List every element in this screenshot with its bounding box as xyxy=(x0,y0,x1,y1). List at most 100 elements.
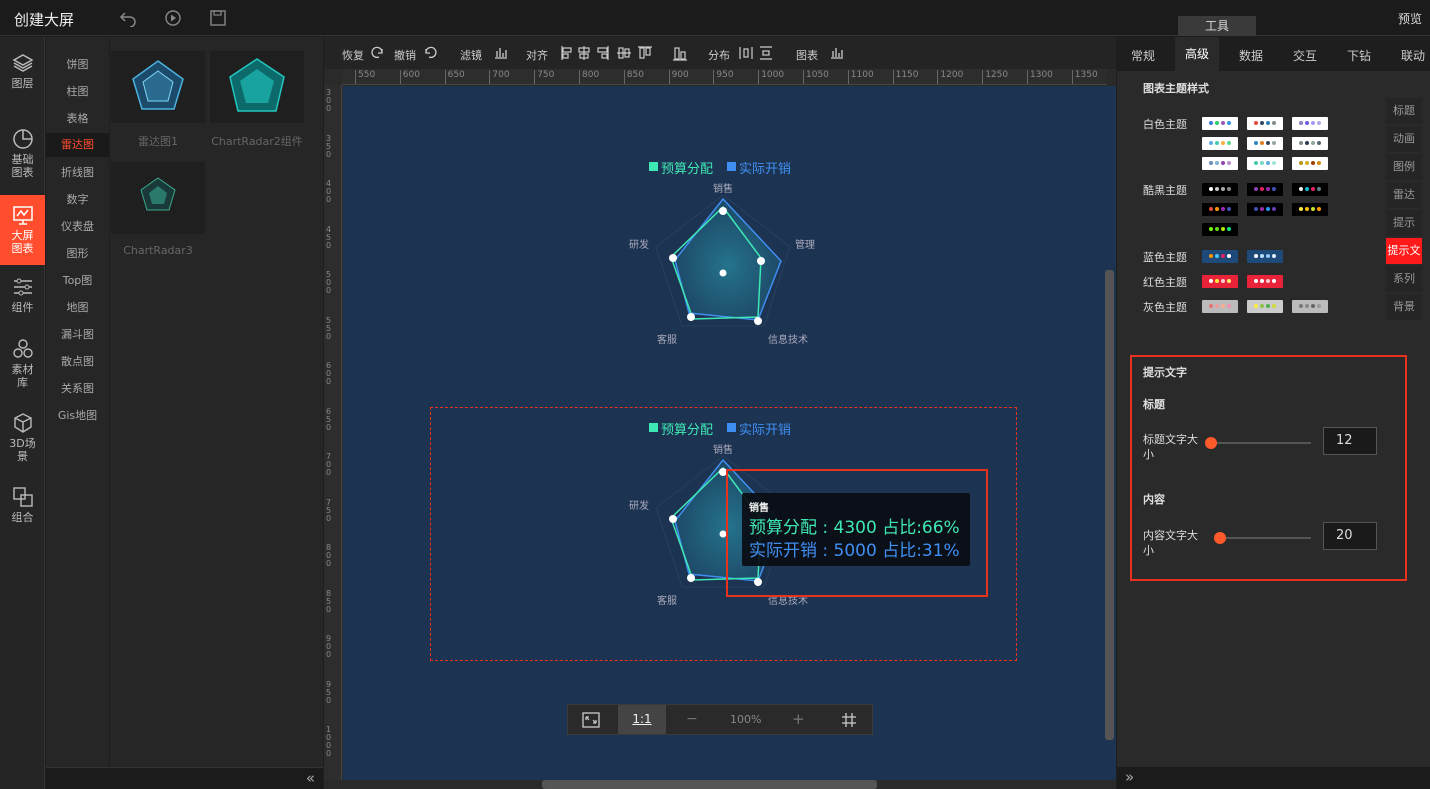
thumb-chartradar3[interactable] xyxy=(111,162,205,234)
side-tab-title[interactable]: 标题 xyxy=(1386,98,1422,124)
ruler-h-tick: 750 xyxy=(534,70,554,84)
undo-button[interactable]: 撤销 xyxy=(394,47,416,63)
tab-drilldown[interactable]: 下钻 xyxy=(1347,47,1371,64)
theme-swatch[interactable] xyxy=(1202,117,1238,130)
undo-arrow-icon[interactable] xyxy=(119,9,137,27)
theme-swatch[interactable] xyxy=(1247,203,1283,216)
theme-swatch[interactable] xyxy=(1202,137,1238,150)
zoom-1to1-button[interactable]: 1:1 xyxy=(618,705,666,734)
tab-data[interactable]: 数据 xyxy=(1239,47,1263,64)
category-radar[interactable]: 雷达图 xyxy=(46,133,109,157)
grid-icon[interactable] xyxy=(841,712,857,728)
theme-swatch[interactable] xyxy=(1202,157,1238,170)
nav-layers[interactable]: 图层 xyxy=(0,52,45,90)
content-font-size-label: 内容文字大小 xyxy=(1143,529,1198,557)
align-bottom-icon[interactable] xyxy=(672,45,688,61)
preview-button[interactable]: 预览 xyxy=(1398,10,1422,27)
category-top[interactable]: Top图 xyxy=(46,272,109,288)
undo-icon[interactable] xyxy=(424,46,438,60)
horizontal-scrollbar[interactable] xyxy=(542,780,877,789)
theme-swatch[interactable] xyxy=(1292,203,1328,216)
category-gis-map[interactable]: Gis地图 xyxy=(46,407,109,423)
category-shape[interactable]: 图形 xyxy=(46,245,109,261)
chart-button[interactable]: 图表 xyxy=(796,47,818,63)
radar-legend-2[interactable]: 预算分配 实际开销 xyxy=(649,419,849,439)
zoom-in-button[interactable]: + xyxy=(792,710,805,728)
vertical-scrollbar[interactable] xyxy=(1105,270,1114,740)
thumb-radar-1[interactable] xyxy=(111,51,205,123)
title-font-size-slider[interactable] xyxy=(1211,442,1311,444)
theme-swatch[interactable] xyxy=(1292,137,1328,150)
side-tab-legend[interactable]: 图例 xyxy=(1386,154,1422,180)
category-relation[interactable]: 关系图 xyxy=(46,380,109,396)
side-tab-radar[interactable]: 雷达 xyxy=(1386,182,1422,208)
play-icon[interactable] xyxy=(164,9,182,27)
category-number[interactable]: 数字 xyxy=(46,191,109,207)
theme-swatch[interactable] xyxy=(1247,117,1283,130)
category-funnel[interactable]: 漏斗图 xyxy=(46,326,109,342)
theme-swatch[interactable] xyxy=(1202,223,1238,236)
nav-group[interactable]: 组合 xyxy=(0,486,45,524)
category-bar[interactable]: 柱图 xyxy=(46,83,109,99)
redo-icon[interactable] xyxy=(370,46,384,60)
side-tab-series[interactable]: 系列 xyxy=(1386,266,1422,292)
category-map[interactable]: 地图 xyxy=(46,299,109,315)
side-tab-tooltip-text[interactable]: 提示文 xyxy=(1386,238,1422,264)
theme-swatch[interactable] xyxy=(1292,117,1328,130)
bar-chart-icon[interactable] xyxy=(830,45,844,59)
theme-swatch[interactable] xyxy=(1292,157,1328,170)
side-tab-tooltip[interactable]: 提示 xyxy=(1386,210,1422,236)
fit-screen-icon[interactable] xyxy=(582,712,600,728)
collapse-left-icon[interactable]: « xyxy=(306,769,315,787)
theme-swatch[interactable] xyxy=(1292,183,1328,196)
theme-swatch[interactable] xyxy=(1202,203,1238,216)
nav-assets[interactable]: 素材库 xyxy=(0,338,45,389)
category-scatter[interactable]: 散点图 xyxy=(46,353,109,369)
category-gauge[interactable]: 仪表盘 xyxy=(46,218,109,234)
distribute-button[interactable]: 分布 xyxy=(708,47,730,63)
tab-interaction[interactable]: 交互 xyxy=(1293,47,1317,64)
zoom-out-button[interactable]: − xyxy=(686,711,698,727)
save-icon[interactable] xyxy=(209,9,227,27)
content-font-size-knob[interactable] xyxy=(1214,532,1226,544)
theme-swatch[interactable] xyxy=(1202,300,1238,313)
side-tab-background[interactable]: 背景 xyxy=(1386,294,1422,320)
category-pie[interactable]: 饼图 xyxy=(46,56,109,72)
theme-swatch[interactable] xyxy=(1247,275,1283,288)
radar-legend-1[interactable]: 预算分配 实际开销 xyxy=(649,158,849,178)
align-button[interactable]: 对齐 xyxy=(526,47,548,63)
bar-chart-icon[interactable] xyxy=(494,45,508,59)
theme-swatch[interactable] xyxy=(1292,300,1328,313)
tab-linkage[interactable]: 联动 xyxy=(1401,47,1425,64)
theme-swatch[interactable] xyxy=(1247,300,1283,313)
align-icons[interactable] xyxy=(560,45,660,61)
category-table[interactable]: 表格 xyxy=(46,110,109,126)
nav-3d-scene[interactable]: 3D场景 xyxy=(0,412,45,463)
content-font-size-input[interactable]: 20 xyxy=(1323,522,1377,550)
theme-swatch[interactable] xyxy=(1247,137,1283,150)
vertical-ruler: 300 350 400 450 500 550 600 650 700 750 800 850 900 9… xyxy=(324,85,342,780)
distribute-icons[interactable] xyxy=(738,45,778,61)
category-line[interactable]: 折线图 xyxy=(46,164,109,180)
nav-screen-charts[interactable]: 大屏图表 xyxy=(0,195,45,265)
collapse-right-icon[interactable]: » xyxy=(1125,768,1134,786)
theme-swatch[interactable] xyxy=(1202,275,1238,288)
nav-components[interactable]: 组件 xyxy=(0,276,45,314)
side-tab-animation[interactable]: 动画 xyxy=(1386,126,1422,152)
filter-button[interactable]: 滤镜 xyxy=(460,47,482,63)
tab-advanced[interactable]: 高级 xyxy=(1175,37,1220,71)
theme-swatch[interactable] xyxy=(1202,183,1238,196)
title-font-size-input[interactable]: 12 xyxy=(1323,427,1377,455)
theme-swatch[interactable] xyxy=(1247,183,1283,196)
theme-swatch[interactable] xyxy=(1247,157,1283,170)
title-font-size-knob[interactable] xyxy=(1205,437,1217,449)
radar-chart-1[interactable]: 销售 管理 信息技术 客服 研发 xyxy=(613,181,843,351)
nav-basic-charts[interactable]: 基础图表 xyxy=(0,128,45,179)
tool-tab[interactable]: 工具 xyxy=(1178,16,1256,36)
theme-swatch[interactable] xyxy=(1202,250,1238,263)
tab-general[interactable]: 常规 xyxy=(1131,47,1155,64)
thumb-chartradar2[interactable] xyxy=(210,51,304,123)
redo-button[interactable]: 恢复 xyxy=(342,47,364,63)
content-font-size-slider[interactable] xyxy=(1220,537,1311,539)
theme-swatch[interactable] xyxy=(1247,250,1283,263)
